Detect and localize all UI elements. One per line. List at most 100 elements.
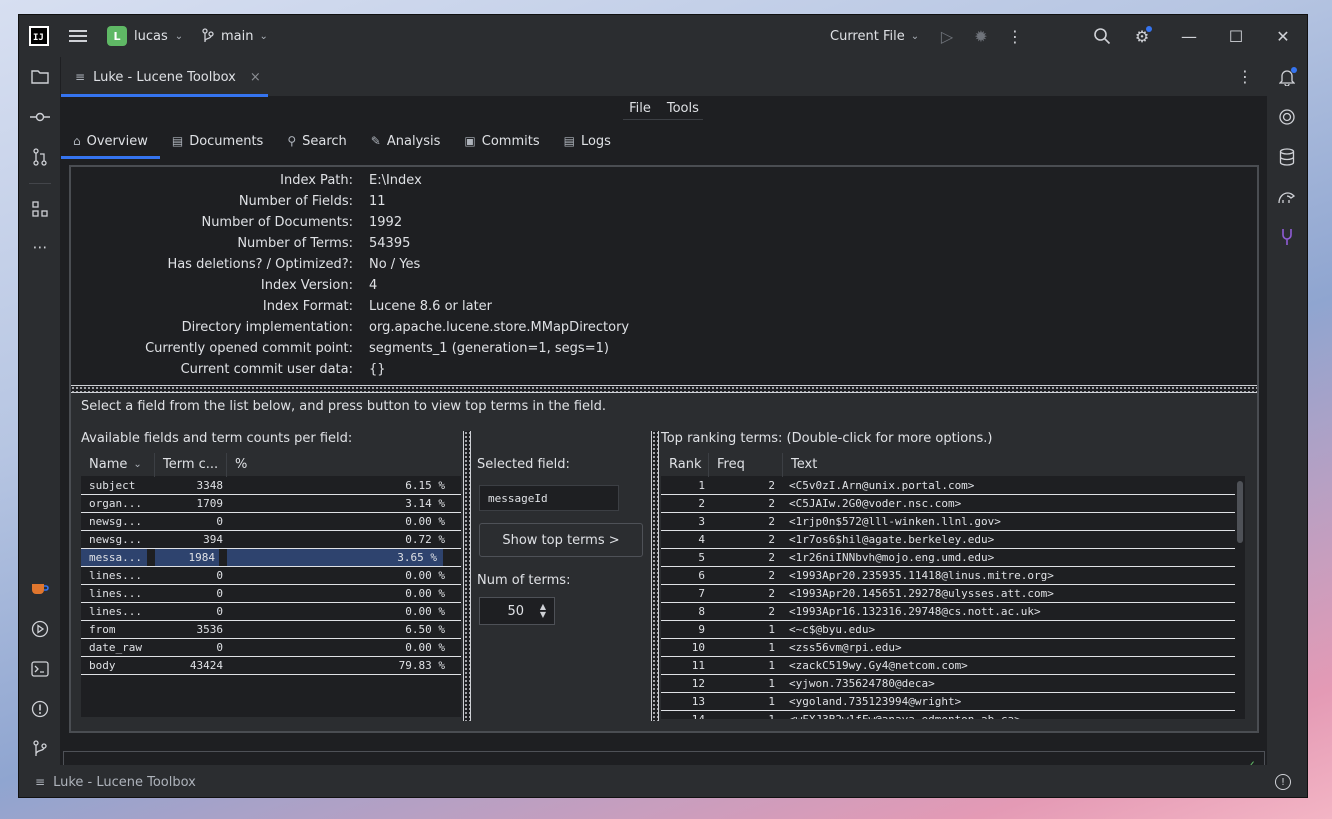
field-row[interactable]: newsg... 394 0.72 % [81, 531, 461, 549]
commit-icon[interactable] [28, 105, 52, 129]
term-row[interactable]: 12 1 <yjwon.735624780@deca> [661, 675, 1235, 693]
column-label: % [235, 457, 248, 472]
term-cell-text: <zackC519wy.Gy4@netcom.com> [789, 659, 968, 672]
term-row[interactable]: 3 2 <1rjp0n$572@lll-winken.llnl.gov> [661, 513, 1235, 531]
more-tools-icon[interactable]: ⋯ [28, 235, 52, 259]
info-row: Currently opened commit point: segments_1… [71, 341, 1257, 362]
field-cell-name: lines... [89, 569, 142, 582]
term-row[interactable]: 4 2 <1r7os6$hil@agate.berkeley.edu> [661, 531, 1235, 549]
tab-analysis[interactable]: ✎ Analysis [359, 123, 453, 159]
play-icon[interactable]: ▷ [937, 26, 957, 46]
term-row[interactable]: 11 1 <zackC519wy.Gy4@netcom.com> [661, 657, 1235, 675]
field-row[interactable]: lines... 0 0.00 % [81, 603, 461, 621]
notification-status-icon[interactable]: ! [1275, 774, 1291, 790]
horizontal-splitter[interactable] [71, 385, 1257, 393]
tab-overview[interactable]: ⌂ Overview [61, 123, 160, 159]
terms-rows: 1 2 <C5v0zI.Arn@unix.portal.com> 2 2 <C5JAIw.… [661, 477, 1245, 719]
column-rank[interactable]: Rank [661, 453, 709, 477]
field-row[interactable]: lines... 0 0.00 % [81, 567, 461, 585]
field-row[interactable]: from 3536 6.50 % [81, 621, 461, 639]
branch-selector[interactable]: main ⌄ [201, 24, 268, 48]
field-row[interactable]: body 43424 79.83 % [81, 657, 461, 675]
term-row[interactable]: 5 2 <1r26niINNbvh@mojo.eng.umd.edu> [661, 549, 1235, 567]
column-text[interactable]: Text [783, 453, 1233, 477]
column-percent[interactable]: % [227, 453, 451, 477]
selected-field-input[interactable]: messageId [479, 485, 619, 511]
database-icon[interactable] [1275, 145, 1299, 169]
info-label: Number of Fields: [238, 194, 353, 209]
close-icon[interactable]: ✕ [1273, 26, 1293, 46]
run-config-selector[interactable]: Current File ⌄ [830, 24, 919, 48]
menu-file[interactable]: File [629, 99, 651, 121]
coffee-icon[interactable] [28, 577, 52, 601]
term-row[interactable]: 6 2 <1993Apr20.235935.11418@linus.mitre.or… [661, 567, 1235, 585]
services-icon[interactable] [28, 617, 52, 641]
term-cell-freq: 1 [768, 677, 775, 690]
terminal-icon[interactable] [28, 657, 52, 681]
tab-commits[interactable]: ▣ Commits [452, 123, 551, 159]
term-cell-text: <1rjp0n$572@lll-winken.llnl.gov> [789, 515, 1001, 528]
column-term-count[interactable]: Term c... [155, 452, 227, 477]
hamburger-menu-icon[interactable] [69, 27, 87, 43]
info-row: Index Version: 4 [71, 278, 1257, 299]
tab-options-icon[interactable]: ⋮ [1237, 67, 1253, 86]
gradle-icon[interactable] [1275, 185, 1299, 209]
tab-label: Logs [580, 133, 611, 149]
endpoints-icon[interactable] [1275, 225, 1299, 249]
intellij-logo-icon[interactable]: IJ [29, 26, 49, 46]
field-row[interactable]: organ... 1709 3.14 % [81, 495, 461, 513]
field-cell-count: 0 [216, 515, 223, 528]
close-tab-icon[interactable]: × [250, 70, 261, 85]
field-row[interactable]: newsg... 0 0.00 % [81, 513, 461, 531]
git-icon[interactable] [28, 737, 52, 761]
term-row[interactable]: 7 2 <1993Apr20.145651.29278@ulysses.att.co… [661, 585, 1235, 603]
menu-tools[interactable]: Tools [667, 99, 699, 121]
term-cell-rank: 8 [698, 605, 705, 618]
field-row[interactable]: messa... 1984 3.65 % [81, 549, 461, 567]
tab-logs[interactable]: ▤ Logs [552, 123, 623, 159]
term-row[interactable]: 141<wFXJ3B2w1fFw@anaya.edmonton.ab.ca> [661, 711, 1235, 719]
structure-icon[interactable] [28, 197, 52, 221]
term-row[interactable]: 13 1 <ygoland.735123994@wright> [661, 693, 1235, 711]
num-terms-stepper[interactable]: 50 ▲ ▼ [479, 597, 555, 625]
project-selector[interactable]: L lucas ⌄ [107, 24, 183, 48]
vertical-splitter-2[interactable] [651, 431, 659, 721]
column-freq[interactable]: Freq [709, 453, 783, 477]
tab-documents[interactable]: ▤ Documents [160, 123, 275, 159]
field-cell-count: 0 [216, 569, 223, 582]
folder-icon[interactable] [28, 65, 52, 89]
term-row[interactable]: 10 1 <zss56vm@rpi.edu> [661, 639, 1235, 657]
term-row[interactable]: 1 2 <C5v0zI.Arn@unix.portal.com> [661, 477, 1235, 495]
info-row: Number of Fields: 11 [71, 194, 1257, 215]
field-row[interactable]: subject 3348 6.15 % [81, 477, 461, 495]
field-cell-pct: 0.00 % [405, 587, 445, 600]
field-cell-pct: 0.00 % [405, 515, 445, 528]
ai-assistant-icon[interactable] [1275, 105, 1299, 129]
terms-table-header: Rank Freq Text [661, 453, 1245, 477]
term-row[interactable]: 8 2 <1993Apr16.132316.29748@cs.nott.ac.uk> [661, 603, 1235, 621]
field-cell-pct: 79.83 % [398, 659, 445, 672]
term-cell-freq: 1 [705, 713, 775, 719]
info-row: Index Format: Lucene 8.6 or later [71, 299, 1257, 320]
field-row[interactable]: lines... 0 0.00 % [81, 585, 461, 603]
term-row[interactable]: 9 1 <~c$@byu.edu> [661, 621, 1235, 639]
file-tab-luke[interactable]: ≡ Luke - Lucene Toolbox × [61, 57, 268, 97]
tab-search[interactable]: ⚲ Search [275, 123, 358, 159]
search-icon[interactable] [1092, 26, 1112, 46]
status-label[interactable]: Luke - Lucene Toolbox [53, 775, 196, 790]
pull-requests-icon[interactable] [28, 145, 52, 169]
terms-scrollbar[interactable] [1237, 481, 1243, 543]
stepper-arrows-icon[interactable]: ▲ ▼ [540, 603, 546, 619]
field-cell-count: 43424 [189, 659, 223, 672]
minimize-icon[interactable]: — [1179, 26, 1199, 46]
column-name[interactable]: Name ⌄ [81, 452, 155, 477]
more-icon[interactable]: ⋮ [1005, 26, 1025, 46]
field-row[interactable]: date_raw 0 0.00 % [81, 639, 461, 657]
debug-icon[interactable]: ✹ [971, 26, 991, 46]
notifications-badge [1291, 67, 1297, 73]
show-top-terms-button[interactable]: Show top terms > [479, 523, 643, 557]
maximize-icon[interactable]: ☐ [1226, 26, 1246, 46]
problems-icon[interactable] [28, 697, 52, 721]
vertical-splitter[interactable] [463, 431, 471, 721]
term-row[interactable]: 2 2 <C5JAIw.2G0@voder.nsc.com> [661, 495, 1235, 513]
